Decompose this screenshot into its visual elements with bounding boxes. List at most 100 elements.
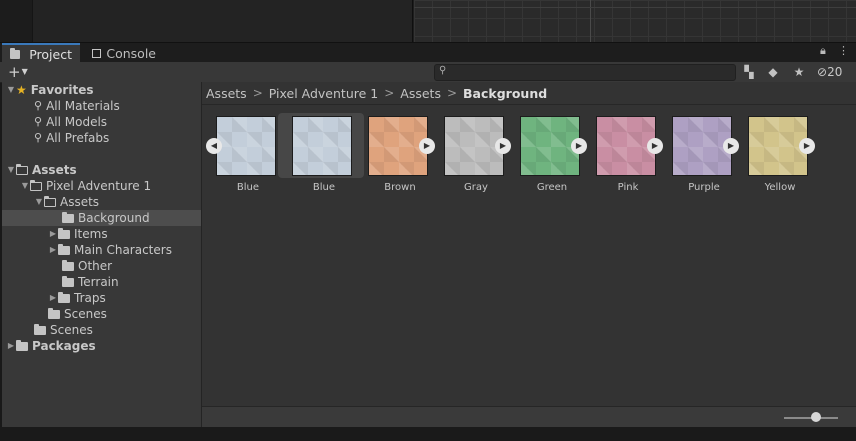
more-options-icon[interactable]: ⋮ — [838, 44, 849, 58]
folder-open-icon — [30, 179, 42, 191]
asset-label: Purple — [688, 182, 720, 193]
tab-console-label: Console — [106, 46, 156, 61]
scene-filter-icon[interactable]: ▚ — [740, 63, 758, 81]
breadcrumb-item[interactable]: Assets — [400, 86, 441, 101]
expand-arrow-icon[interactable]: ▶ — [495, 138, 511, 154]
label-icon[interactable]: ◆ — [765, 63, 781, 81]
status-bar — [202, 406, 856, 428]
folder-open-icon — [16, 163, 28, 175]
tree-background[interactable]: Background — [2, 210, 201, 226]
asset-tile[interactable]: ▶ Yellow — [742, 116, 818, 194]
expand-arrow-icon[interactable]: ▶ — [419, 138, 435, 154]
tree-main-characters[interactable]: ▶ Main Characters — [48, 242, 172, 258]
asset-tile[interactable]: ▶ Brown — [362, 116, 438, 194]
asset-label: Blue — [236, 182, 260, 193]
asset-label: Pink — [617, 182, 639, 193]
chevron-right-icon: > — [252, 86, 263, 100]
scene-grid-view[interactable] — [414, 0, 856, 42]
tab-project[interactable]: Project — [2, 43, 80, 64]
tree-scenes-inner[interactable]: Scenes — [48, 306, 107, 322]
expand-arrow-icon[interactable]: ▶ — [799, 138, 815, 154]
asset-tile[interactable]: ◀ Blue — [206, 116, 286, 194]
asset-tile[interactable]: ▶ Gray — [438, 116, 514, 194]
tree-traps[interactable]: ▶ Traps — [48, 290, 106, 306]
folder-icon — [62, 275, 74, 287]
tree-all-prefabs[interactable]: ⚲ All Prefabs — [34, 130, 109, 146]
folder-icon — [58, 227, 70, 239]
search-icon: ⚲ — [439, 65, 447, 76]
tree-items[interactable]: ▶ Items — [48, 226, 108, 242]
breadcrumb-item[interactable]: Assets — [206, 86, 247, 101]
tree-sub-assets[interactable]: ▼ Assets — [34, 194, 99, 210]
hierarchy-panel-bottom — [0, 0, 413, 42]
tree-scenes[interactable]: Scenes — [34, 322, 93, 338]
project-folder-tree: ▼ ★ Favorites ⚲ All Materials ⚲ All Models ⚲… — [2, 82, 202, 427]
asset-tile[interactable]: Blue — [278, 113, 364, 194]
star-icon: ★ — [16, 83, 27, 97]
chevron-down-icon: ▼ — [21, 67, 28, 76]
search-icon: ⚲ — [34, 99, 43, 112]
expand-arrow-icon[interactable]: ▼ — [20, 178, 30, 194]
tree-packages[interactable]: ▶ Packages — [6, 338, 96, 354]
expand-arrow-icon[interactable]: ▼ — [34, 194, 44, 210]
folder-open-icon — [44, 195, 56, 207]
folder-icon — [58, 291, 70, 303]
chevron-right-icon: > — [384, 86, 395, 100]
asset-thumbnail[interactable] — [292, 116, 352, 176]
expand-arrow-icon[interactable]: ▶ — [647, 138, 663, 154]
folder-icon — [10, 48, 21, 59]
folder-icon — [16, 339, 28, 351]
tab-console[interactable]: Console — [84, 44, 164, 63]
folder-icon — [62, 211, 74, 223]
expand-arrow-icon[interactable]: ▶ — [48, 226, 58, 242]
search-field[interactable]: ⚲ — [434, 64, 736, 81]
tree-other[interactable]: Other — [62, 258, 112, 274]
tree-pixel-adventure[interactable]: ▼ Pixel Adventure 1 — [20, 178, 151, 194]
folder-icon — [62, 259, 74, 271]
asset-label: Green — [536, 182, 568, 193]
console-icon — [92, 49, 102, 58]
breadcrumb: Assets > Pixel Adventure 1 > Assets > Backg… — [202, 82, 856, 105]
chevron-right-icon: > — [446, 86, 458, 100]
expand-arrow-icon[interactable]: ▼ — [6, 82, 16, 98]
folder-icon — [58, 243, 70, 255]
tree-all-materials[interactable]: ⚲ All Materials — [34, 98, 120, 114]
search-icon: ⚲ — [34, 115, 43, 128]
asset-browser: Assets > Pixel Adventure 1 > Assets > Backg… — [202, 82, 856, 406]
asset-label: Yellow — [764, 182, 796, 193]
breadcrumb-current[interactable]: Background — [463, 86, 547, 101]
scene-view-strip — [0, 0, 856, 42]
asset-tile[interactable]: ▶ Purple — [666, 116, 742, 194]
bottom-strip — [0, 427, 856, 441]
collapse-arrow-icon[interactable]: ◀ — [206, 138, 222, 154]
asset-tile[interactable]: ▶ Pink — [590, 116, 666, 194]
expand-arrow-icon[interactable]: ▶ — [571, 138, 587, 154]
asset-label: Blue — [312, 182, 336, 193]
asset-thumbnail[interactable] — [216, 116, 276, 176]
expand-arrow-icon[interactable]: ▼ — [6, 162, 16, 178]
tree-terrain[interactable]: Terrain — [62, 274, 119, 290]
asset-tile[interactable]: ▶ Green — [514, 116, 590, 194]
expand-arrow-icon[interactable]: ▶ — [723, 138, 739, 154]
window-tab-bar: Project Console — [0, 42, 856, 64]
search-input[interactable] — [451, 65, 729, 80]
hidden-packages-toggle[interactable]: ⊘20 — [817, 63, 842, 81]
folder-icon — [34, 323, 46, 335]
expand-arrow-icon[interactable]: ▶ — [6, 338, 16, 354]
tree-assets[interactable]: ▼ Assets — [6, 162, 77, 178]
tree-favorites[interactable]: ▼ ★ Favorites — [6, 82, 94, 98]
folder-icon — [48, 307, 60, 319]
tree-all-models[interactable]: ⚲ All Models — [34, 114, 107, 130]
breadcrumb-item[interactable]: Pixel Adventure 1 — [269, 86, 378, 101]
search-icon: ⚲ — [34, 131, 43, 144]
project-toolbar: +▼ ⚲ ▚ ◆ ★ ⊘20 — [0, 62, 856, 83]
expand-arrow-icon[interactable]: ▶ — [48, 242, 58, 258]
lock-icon[interactable]: 🔒︎ — [820, 44, 832, 58]
tab-project-label: Project — [29, 47, 72, 62]
asset-label: Brown — [384, 182, 416, 193]
favorite-star-icon[interactable]: ★ — [791, 63, 807, 81]
eye-hidden-icon: ⊘ — [817, 65, 828, 79]
expand-arrow-icon[interactable]: ▶ — [48, 290, 58, 306]
add-asset-button[interactable]: +▼ — [8, 63, 36, 81]
zoom-slider-handle[interactable] — [811, 412, 822, 422]
